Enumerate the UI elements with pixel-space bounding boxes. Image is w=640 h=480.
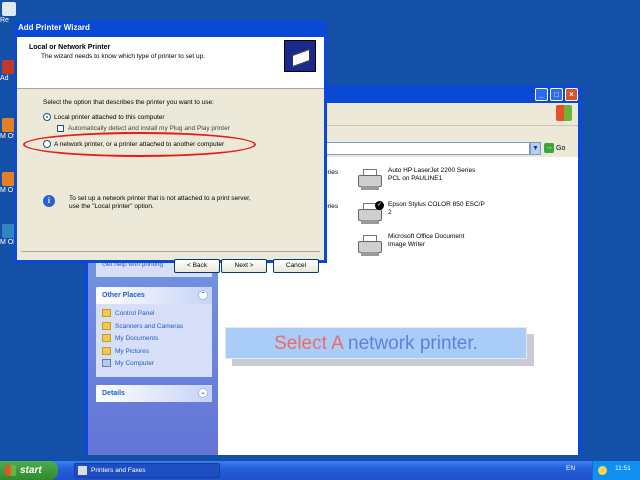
add-printer-wizard[interactable]: Add Printer Wizard Local or Network Prin… [14, 20, 327, 273]
details-header[interactable]: Details ⌄ [96, 385, 212, 402]
folder-icon [102, 334, 111, 343]
wizard-title: Add Printer Wizard [18, 23, 90, 32]
autodetect-checkbox-row[interactable]: Automatically detect and install my Plug… [57, 125, 230, 132]
caption-part-1: Select A [274, 333, 343, 354]
address-dropdown-icon[interactable]: ▼ [530, 142, 541, 155]
go-arrow-icon: → [544, 143, 554, 154]
taskbar: start Printers and Faxes EN 11:51 [0, 461, 640, 480]
link-my-computer[interactable]: My Computer [102, 358, 206, 371]
expand-chevron-icon[interactable]: ⌄ [198, 388, 208, 398]
wizard-header: Local or Network Printer The wizard need… [17, 37, 324, 89]
taskbar-item-printers-and-faxes[interactable]: Printers and Faxes [74, 463, 220, 478]
back-button[interactable]: < Back [174, 259, 220, 273]
scanner-icon [102, 321, 111, 330]
highlight-oval [23, 132, 256, 157]
link-my-documents[interactable]: My Documents [102, 333, 206, 346]
start-button[interactable]: start [0, 461, 58, 480]
caption-part-2: network printer. [342, 333, 478, 354]
printer-icon: ✓ [358, 201, 384, 225]
control-panel-icon [102, 309, 111, 318]
printer-wizard-icon [284, 40, 316, 72]
clock[interactable]: 11:51 [615, 465, 631, 472]
link-my-pictures[interactable]: My Pictures [102, 346, 206, 359]
recycle-bin-icon [2, 2, 16, 16]
go-label: Go [556, 145, 566, 152]
language-indicator[interactable]: EN [566, 465, 575, 472]
option-local-printer[interactable]: Local printer attached to this computer [43, 113, 165, 121]
cancel-button[interactable]: Cancel [273, 259, 319, 273]
header-subtitle: The wizard needs to know which type of p… [41, 53, 206, 60]
minimize-button[interactable]: _ [535, 88, 548, 101]
start-label: start [20, 465, 42, 476]
next-button[interactable]: Next > [221, 259, 267, 273]
windows-flag-icon [5, 465, 16, 476]
info-line-1: To set up a network printer that is not … [69, 195, 251, 202]
printer-icon [358, 167, 384, 191]
autodetect-label: Automatically detect and install my Plug… [68, 125, 230, 132]
info-icon: i [43, 195, 55, 207]
header-title: Local or Network Printer [29, 44, 111, 51]
button-separator [21, 251, 320, 252]
other-places-title: Other Places [102, 292, 145, 299]
system-tray: 11:51 [592, 461, 640, 480]
window-controls: _ □ × [535, 88, 578, 101]
option-local-label: Local printer attached to this computer [54, 113, 165, 121]
link-scanners-cameras[interactable]: Scanners and Cameras [102, 321, 206, 334]
info-note: i To set up a network printer that is no… [43, 195, 251, 211]
printer-icon [358, 233, 384, 257]
go-button[interactable]: → Go [544, 142, 572, 155]
close-button[interactable]: × [565, 88, 578, 101]
other-places-panel: Other Places ⌃ Control Panel Scanners an… [96, 287, 212, 377]
computer-icon [102, 359, 111, 368]
option-prompt: Select the option that describes the pri… [43, 99, 214, 106]
details-panel: Details ⌄ [96, 385, 212, 402]
maximize-button[interactable]: □ [550, 88, 563, 101]
printer-item[interactable]: ✓ Epson Stylus COLOR 850 ESC/P 2 [358, 201, 488, 225]
tutorial-caption: Select A network printer. [225, 327, 527, 359]
taskbar-item-label: Printers and Faxes [91, 467, 146, 474]
printer-item[interactable]: Auto HP LaserJet 2200 Series PCL on PAULI… [358, 167, 488, 191]
windows-logo-icon [556, 105, 572, 121]
tray-help-icon[interactable] [598, 466, 607, 475]
printer-item[interactable]: Microsoft Office Document Image Writer [358, 233, 488, 257]
collapse-chevron-icon[interactable]: ⌃ [198, 290, 208, 300]
wizard-body: Local or Network Printer The wizard need… [17, 37, 324, 273]
radio-local[interactable] [43, 113, 51, 121]
folder-icon [102, 346, 111, 355]
printer-icon [78, 466, 87, 475]
link-control-panel[interactable]: Control Panel [102, 308, 206, 321]
details-title: Details [102, 390, 125, 397]
default-check-icon: ✓ [375, 201, 384, 210]
other-places-header[interactable]: Other Places ⌃ [96, 287, 212, 304]
info-line-2: use the "Local printer" option. [69, 203, 154, 210]
autodetect-checkbox[interactable] [57, 125, 64, 132]
